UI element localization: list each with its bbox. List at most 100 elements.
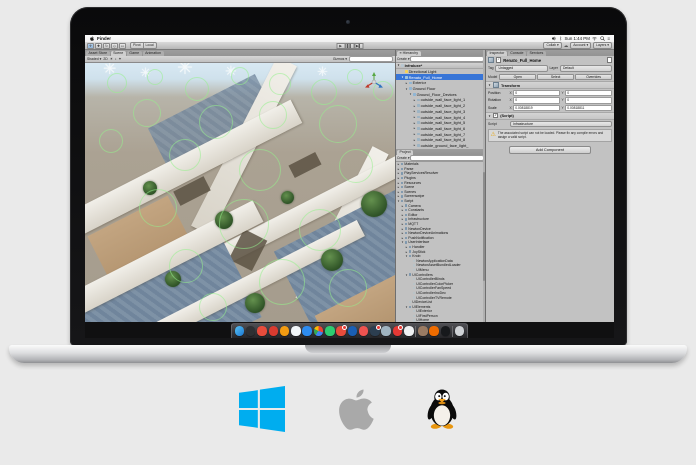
expand-arrow-icon[interactable]: ▾ <box>405 254 408 258</box>
account-dropdown[interactable]: Account ▾ <box>570 42 591 49</box>
static-checkbox[interactable] <box>607 57 612 62</box>
expand-arrow-icon[interactable]: ▸ <box>413 98 416 102</box>
menubar-clock[interactable]: Sun 1:44 PM <box>564 36 589 41</box>
spotlight-search-icon[interactable] <box>600 36 605 41</box>
expand-arrow-icon[interactable]: ▸ <box>401 213 404 217</box>
x-value-field[interactable]: 0 <box>513 90 560 96</box>
hierarchy-item[interactable]: ▸ outside_ground_face_light_ <box>396 148 485 149</box>
dock-icon-green-app[interactable] <box>325 326 335 336</box>
expand-arrow-icon[interactable]: ▸ <box>413 143 416 147</box>
expand-arrow-icon[interactable]: ▸ <box>413 121 416 125</box>
expand-arrow-icon[interactable]: ▾ <box>409 92 412 96</box>
pivot-button[interactable]: Pivot <box>130 42 144 49</box>
tag-dropdown[interactable]: Untagged <box>495 65 547 72</box>
gizmos-dropdown[interactable]: Gizmos ▾ <box>333 57 347 61</box>
dock-icon-orange-app[interactable] <box>280 326 290 336</box>
y-value-field[interactable]: 0 <box>565 90 612 96</box>
expand-arrow-icon[interactable]: ▸ <box>413 138 416 142</box>
expand-arrow-icon[interactable]: ▸ <box>397 167 400 171</box>
dock-icon-blue-app-2[interactable] <box>348 326 358 336</box>
volume-icon[interactable] <box>552 36 557 41</box>
expand-arrow-icon[interactable]: ▸ <box>413 104 416 108</box>
project-search-input[interactable] <box>410 155 484 161</box>
dock-icon-grayblue-app[interactable] <box>381 326 391 336</box>
tool-button-rotate-tool[interactable]: ↻ <box>103 43 110 49</box>
expand-arrow-icon[interactable]: ▾ <box>401 240 404 244</box>
gameobject-name-field[interactable]: Renato_Full_Home <box>503 58 605 63</box>
bluetooth-icon[interactable]: ᛒ <box>559 36 562 41</box>
script-object-field[interactable]: Infrastructure <box>510 121 612 128</box>
play-control-button-pause-button[interactable]: ▌▌ <box>345 43 354 49</box>
2d-toggle[interactable]: 2D <box>103 57 107 61</box>
expand-arrow-icon[interactable]: ▸ <box>413 109 416 113</box>
expand-arrow-icon[interactable]: ▸ <box>397 176 400 180</box>
transform-component-header[interactable]: ▾ Transform <box>486 81 614 89</box>
expand-arrow-icon[interactable]: ▸ <box>405 245 408 249</box>
dock-icon-dark-app[interactable] <box>246 326 256 336</box>
hierarchy-search-input[interactable] <box>410 56 484 62</box>
audio-toggle-icon[interactable]: ♪ <box>115 57 117 61</box>
dock-icon-red-app[interactable] <box>257 326 267 336</box>
active-checkbox[interactable]: ✓ <box>496 57 501 62</box>
cloud-services-icon[interactable]: ☁ <box>564 43 569 49</box>
collab-dropdown[interactable]: Collab ▾ <box>543 42 561 49</box>
expand-arrow-icon[interactable]: ▸ <box>397 181 400 185</box>
scene-orientation-gizmo[interactable] <box>363 71 385 98</box>
expand-arrow-icon[interactable]: ▸ <box>413 115 416 119</box>
tool-button-rect-tool[interactable]: ▭ <box>119 43 126 49</box>
dock-icon-marker[interactable] <box>429 326 439 336</box>
expand-arrow-icon[interactable]: ▸ <box>401 236 404 240</box>
expand-arrow-icon[interactable]: ▸ <box>405 81 408 85</box>
prefab-action-button[interactable]: Open <box>499 74 536 81</box>
scene-viewport[interactable]: ✳ ✳ ✳ ✳ ✳ ✳ <box>85 63 395 322</box>
effects-dropdown-icon[interactable]: ✦ <box>118 57 121 61</box>
lighting-toggle-icon[interactable]: ☀ <box>110 57 113 61</box>
expand-arrow-icon[interactable]: ▾ <box>397 199 400 203</box>
notification-center-icon[interactable]: ≡ <box>607 36 610 41</box>
expand-arrow-icon[interactable]: ▸ <box>401 231 404 235</box>
shaded-dropdown[interactable]: Shaded ▾ <box>87 57 101 61</box>
expand-arrow-icon[interactable]: ▸ <box>401 227 404 231</box>
local-button[interactable]: Local <box>144 42 157 49</box>
tool-button-scale-tool[interactable]: ◇ <box>111 43 118 49</box>
expand-arrow-icon[interactable]: ▸ <box>401 208 404 212</box>
dock-icon-separator[interactable] <box>415 326 416 337</box>
dock-icon-mail-app[interactable] <box>269 326 279 336</box>
dock-icon-finder[interactable] <box>235 326 245 336</box>
dock-icon-navy-app[interactable] <box>370 326 380 336</box>
expand-arrow-icon[interactable]: ▸ <box>401 204 404 208</box>
wifi-icon[interactable] <box>592 36 597 41</box>
apple-menu-icon[interactable] <box>89 36 94 41</box>
dock-icon-separator-2[interactable] <box>452 326 453 337</box>
dock-icon-folder[interactable] <box>418 326 428 336</box>
dock-icon-notes-app[interactable] <box>404 326 414 336</box>
expand-arrow-icon[interactable]: ▸ <box>397 171 400 175</box>
dock-icon-red-app-2[interactable] <box>336 326 346 336</box>
project-scrollbar[interactable] <box>483 50 486 322</box>
expand-arrow-icon[interactable]: ▸ <box>413 132 416 136</box>
hierarchy-create-button[interactable]: Create ▾ <box>397 57 409 61</box>
dock-icon-red-app-3[interactable] <box>359 326 369 336</box>
layers-dropdown[interactable]: Layers ▾ <box>593 42 612 49</box>
expand-arrow-icon[interactable]: ▾ <box>405 87 408 91</box>
dock-icon-trash[interactable] <box>455 326 465 336</box>
script-enabled-checkbox[interactable]: ✓ <box>493 113 498 118</box>
active-app-name[interactable]: Finder <box>97 36 111 41</box>
dock-icon-blue-app[interactable] <box>302 326 312 336</box>
scene-search-input[interactable] <box>349 56 393 62</box>
script-component-header[interactable]: ▾ ✓ (Script) <box>486 112 614 120</box>
add-component-button[interactable]: Add Component <box>509 146 590 155</box>
dock-icon-appstore[interactable] <box>291 326 301 336</box>
expand-arrow-icon[interactable]: ▸ <box>401 217 404 221</box>
prefab-action-button[interactable]: Select <box>537 74 574 81</box>
expand-arrow-icon[interactable]: ▾ <box>401 75 404 79</box>
expand-arrow-icon[interactable]: ▾ <box>405 273 408 277</box>
play-control-button-step-button[interactable]: ▶▌ <box>354 43 363 49</box>
dock-icon-chrome[interactable] <box>314 326 324 336</box>
expand-arrow-icon[interactable]: ▸ <box>397 194 400 198</box>
expand-arrow-icon[interactable]: ▸ <box>405 250 408 254</box>
expand-arrow-icon[interactable]: ▾ <box>405 305 408 309</box>
y-value-field[interactable]: 0 <box>565 97 612 103</box>
y-value-field[interactable]: 0.00818811 <box>565 105 612 111</box>
dock-icon-red-app-4[interactable] <box>393 326 403 336</box>
